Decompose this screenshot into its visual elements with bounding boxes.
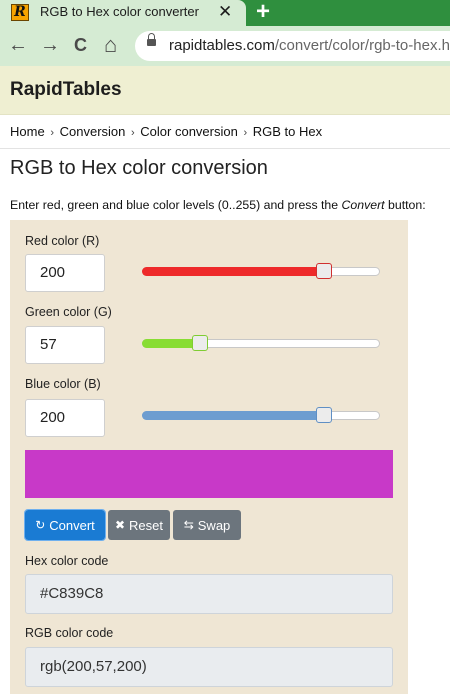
breadcrumb-separator: › xyxy=(243,127,248,139)
red-input[interactable]: 200 xyxy=(25,254,105,292)
green-slider[interactable] xyxy=(142,335,380,355)
close-tab-icon[interactable]: ✕ xyxy=(218,2,232,22)
red-slider-fill xyxy=(142,267,324,276)
reset-button-label: Reset xyxy=(129,517,164,533)
breadcrumb-current[interactable]: RGB to Hex xyxy=(253,124,322,139)
blue-label: Blue color (B) xyxy=(25,377,101,391)
home-icon[interactable]: ⌂ xyxy=(104,33,117,57)
blue-slider-fill xyxy=(142,411,324,420)
red-slider-thumb[interactable] xyxy=(316,263,332,279)
page-title: RGB to Hex color conversion xyxy=(10,157,268,179)
color-preview-swatch xyxy=(25,450,393,498)
breadcrumb-separator: › xyxy=(50,127,54,139)
close-icon: ✖ xyxy=(114,518,126,532)
forward-arrow-icon[interactable]: → xyxy=(40,33,60,57)
lock-icon xyxy=(147,33,156,46)
new-tab-button[interactable]: + xyxy=(256,0,270,26)
reset-button[interactable]: ✖ Reset xyxy=(108,510,170,540)
breadcrumb-home[interactable]: Home xyxy=(10,124,45,139)
swap-button[interactable]: ⇆ Swap xyxy=(173,510,241,540)
red-label: Red color (R) xyxy=(25,234,100,248)
url-text: rapidtables.com/convert/color/rgb-to-hex… xyxy=(169,37,450,54)
green-slider-thumb[interactable] xyxy=(192,335,208,351)
address-bar[interactable]: rapidtables.com/convert/color/rgb-to-hex… xyxy=(135,31,450,61)
back-arrow-icon[interactable]: ← xyxy=(8,33,28,57)
hex-code-output[interactable]: #C839C8 xyxy=(25,574,393,614)
browser-tab[interactable]: R RGB to Hex color converter ✕ xyxy=(0,0,246,26)
browser-tab-strip: R RGB to Hex color converter ✕ + xyxy=(0,0,450,26)
breadcrumb: Home › Conversion › Color conversion › R… xyxy=(10,124,322,139)
green-label: Green color (G) xyxy=(25,305,112,319)
converter-panel: Red color (R) 200 Green color (G) 57 Blu… xyxy=(10,220,408,694)
site-logo[interactable]: RapidTables xyxy=(10,79,122,101)
swap-button-label: Swap xyxy=(197,517,231,533)
divider xyxy=(0,148,450,149)
site-header: RapidTables xyxy=(0,66,450,115)
swap-icon: ⇆ xyxy=(183,518,194,532)
convert-button[interactable]: ↻ Convert xyxy=(24,509,106,541)
rgb-code-output[interactable]: rgb(200,57,200) xyxy=(25,647,393,687)
blue-slider[interactable] xyxy=(142,407,380,427)
browser-toolbar: ← → C ⌂ rapidtables.com/convert/color/rg… xyxy=(0,26,450,66)
blue-input[interactable]: 200 xyxy=(25,399,105,437)
tab-title: RGB to Hex color converter xyxy=(40,4,199,19)
breadcrumb-separator: › xyxy=(131,127,135,139)
blue-slider-thumb[interactable] xyxy=(316,407,332,423)
rgb-code-label: RGB color code xyxy=(25,626,114,640)
convert-button-label: Convert xyxy=(49,517,95,533)
site-favicon-icon: R xyxy=(11,4,29,21)
red-slider[interactable] xyxy=(142,263,380,283)
breadcrumb-conversion[interactable]: Conversion xyxy=(60,124,126,139)
refresh-icon: ↻ xyxy=(35,518,46,532)
instructions: Enter red, green and blue color levels (… xyxy=(10,198,426,212)
reload-icon[interactable]: C xyxy=(74,33,87,57)
green-input[interactable]: 57 xyxy=(25,326,105,364)
hex-code-label: Hex color code xyxy=(25,554,109,568)
breadcrumb-color-conversion[interactable]: Color conversion xyxy=(140,124,238,139)
